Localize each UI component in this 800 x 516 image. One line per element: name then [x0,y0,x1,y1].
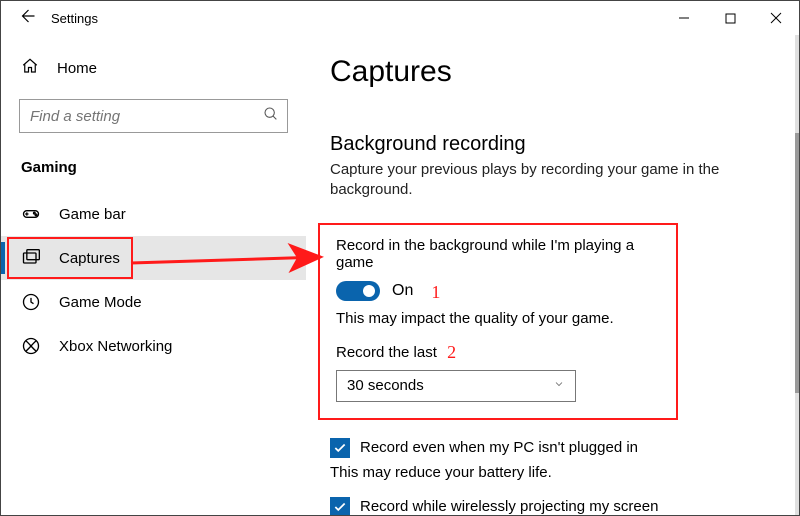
record-plugged-note: This may reduce your battery life. [330,464,775,481]
annotation-callout-1: 1 [431,282,440,303]
search-box[interactable] [19,99,288,133]
xbox-icon [21,336,41,356]
record-bg-label: Record in the background while I'm playi… [336,237,660,271]
window-controls [661,3,799,33]
body: Home Gaming Game bar [1,35,799,515]
game-bar-icon [21,204,41,224]
page-title: Captures [330,55,775,89]
home-icon [21,57,39,79]
annotation-callout-2: 2 [447,342,456,362]
close-icon [770,12,782,24]
chevron-down-icon [553,378,565,393]
checkmark-icon [333,441,347,455]
captures-icon [21,248,41,268]
sidebar: Home Gaming Game bar [1,35,306,515]
annotation-highlight-recording: Record in the background while I'm playi… [318,223,678,420]
record-wireless-checkbox[interactable] [330,497,350,516]
background-recording-heading: Background recording [330,133,775,156]
record-wireless-label: Record while wirelessly projecting my sc… [360,498,658,515]
back-button[interactable] [9,7,45,30]
window-title: Settings [51,11,98,26]
record-plugged-row: Record even when my PC isn't plugged in [330,438,775,458]
record-wireless-row: Record while wirelessly projecting my sc… [330,497,775,516]
minimize-button[interactable] [661,3,707,33]
sidebar-item-label: Game Mode [59,294,142,311]
titlebar: Settings [1,1,799,35]
back-arrow-icon [18,7,36,25]
record-last-label: Record the last 2 [336,341,660,362]
close-button[interactable] [753,3,799,33]
nav-home[interactable]: Home [1,49,306,87]
search-icon [263,106,279,127]
sidebar-item-label: Captures [59,250,120,267]
sidebar-item-label: Xbox Networking [59,338,172,355]
record-last-select[interactable]: 30 seconds [336,370,576,402]
record-plugged-label: Record even when my PC isn't plugged in [360,439,638,456]
toggle-knob [363,285,375,297]
settings-window: Settings Home [0,0,800,516]
search-input[interactable] [30,108,263,125]
maximize-button[interactable] [707,3,753,33]
background-recording-desc: Capture your previous plays by recording… [330,160,760,201]
record-last-value: 30 seconds [347,377,424,394]
sidebar-item-label: Game bar [59,206,126,223]
record-plugged-checkbox[interactable] [330,438,350,458]
record-bg-toggle[interactable] [336,281,380,301]
sidebar-item-captures[interactable]: Captures [1,236,306,280]
sidebar-section-title: Gaming [1,145,306,186]
main-content: Captures Background recording Capture yo… [306,35,799,515]
nav-home-label: Home [57,60,97,77]
minimize-icon [678,12,690,24]
search-wrap [1,87,306,145]
nav-list: Game bar Captures Game Mode [1,192,306,368]
impact-note: This may impact the quality of your game… [336,310,660,327]
sidebar-item-game-mode[interactable]: Game Mode [1,280,306,324]
game-mode-icon [21,292,41,312]
scrollbar-thumb[interactable] [795,133,799,393]
maximize-icon [725,13,736,24]
sidebar-item-game-bar[interactable]: Game bar [1,192,306,236]
sidebar-item-xbox-networking[interactable]: Xbox Networking [1,324,306,368]
toggle-state-label: On [392,282,413,300]
checkmark-icon [333,500,347,514]
